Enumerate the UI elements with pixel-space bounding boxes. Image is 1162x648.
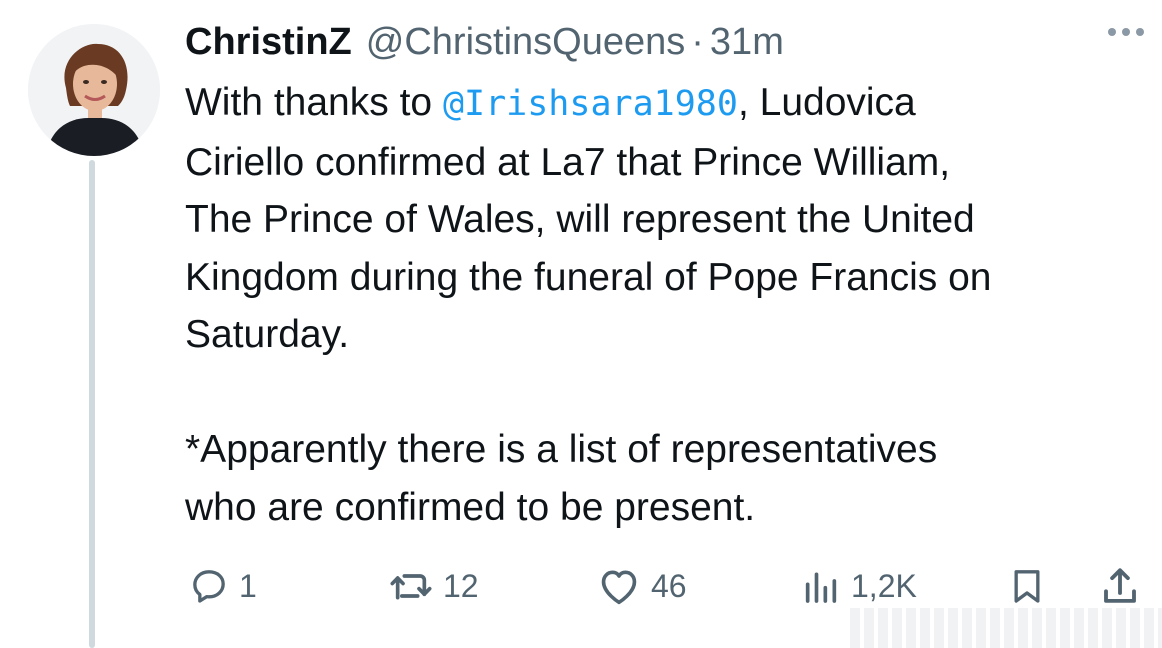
views-icon [801, 566, 841, 606]
author-handle[interactable]: @ChristinsQueens [366, 21, 685, 64]
share-button[interactable] [1099, 556, 1141, 616]
tweet-line: Ciriello confirmed at La7 that Prince Wi… [185, 140, 951, 184]
repost-button[interactable]: 12 [389, 556, 479, 616]
reply-icon [189, 566, 229, 606]
more-dot [1122, 28, 1130, 36]
thread-line [89, 160, 95, 648]
tweet-text-segment: With thanks to [185, 81, 443, 124]
tweet-line: Saturday. [185, 313, 350, 356]
views-button[interactable]: 1,2K [801, 556, 917, 616]
tweet-header: ChristinZ @ChristinsQueens · 31m [185, 14, 784, 70]
more-dot [1136, 28, 1144, 36]
repost-count: 12 [443, 567, 479, 604]
share-icon [1099, 565, 1141, 607]
header-separator: · [691, 20, 704, 63]
like-count: 46 [651, 567, 687, 604]
tweet-line: The Prince of Wales, will represent the … [185, 198, 975, 241]
author-name[interactable]: ChristinZ [185, 21, 352, 64]
like-button[interactable]: 46 [597, 556, 687, 616]
repost-icon [389, 566, 433, 606]
more-icon[interactable] [1108, 28, 1144, 36]
action-bar: 1 12 46 1,2K [185, 556, 1150, 616]
avatar[interactable] [28, 24, 160, 156]
views-count: 1,2K [851, 567, 917, 604]
tweet-line: who are confirmed to be present. [185, 485, 756, 529]
tweet-text: With thanks to @Irishsara1980, Ludovica … [185, 74, 1135, 536]
reply-count: 1 [239, 567, 257, 604]
heart-icon [597, 566, 641, 606]
tweet-text-segment: , Ludovica [737, 81, 916, 124]
bookmark-icon [1007, 565, 1047, 607]
tweet-line: With thanks to @Irishsara1980, Ludovica [185, 74, 1135, 134]
tweet: ChristinZ @ChristinsQueens · 31m With th… [0, 0, 1162, 648]
reply-button[interactable]: 1 [189, 556, 257, 616]
tweet-timestamp[interactable]: 31m [710, 21, 784, 64]
more-dot [1108, 28, 1116, 36]
mention-link[interactable]: @Irishsara1980 [443, 84, 738, 124]
bookmark-button[interactable] [1007, 556, 1047, 616]
tweet-line: *Apparently there is a list of represent… [185, 428, 938, 471]
image-artifact-strip [850, 608, 1162, 648]
tweet-line: Kingdom during the funeral of Pope Franc… [185, 255, 992, 299]
